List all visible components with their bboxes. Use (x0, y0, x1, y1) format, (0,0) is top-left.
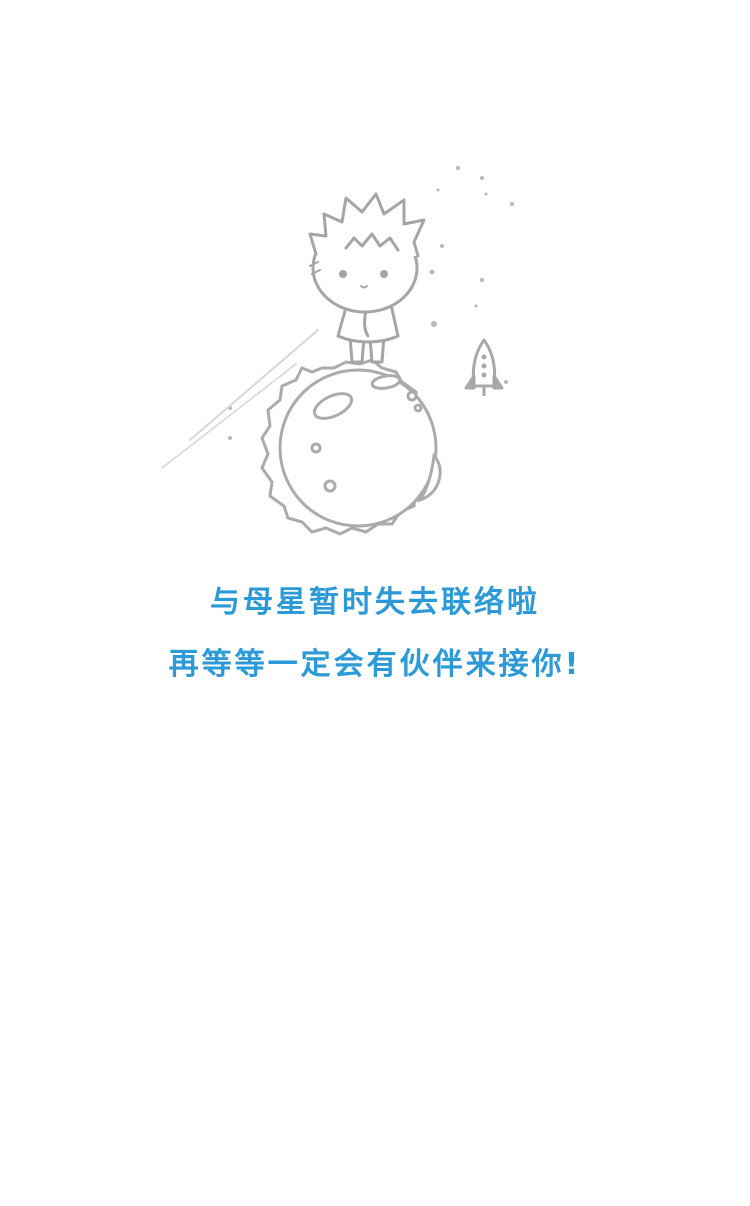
message-line-2: 再等等一定会有伙伴来接你! (168, 647, 582, 682)
rocket-icon (464, 338, 504, 396)
empty-state-message: 与母星暂时失去联络啦 再等等一定会有伙伴来接你! (0, 572, 750, 696)
boy-illustration (308, 192, 426, 364)
empty-state-illustration (161, 166, 514, 536)
planet-illustration (260, 358, 442, 536)
message-line-1: 与母星暂时失去联络啦 (210, 585, 540, 620)
